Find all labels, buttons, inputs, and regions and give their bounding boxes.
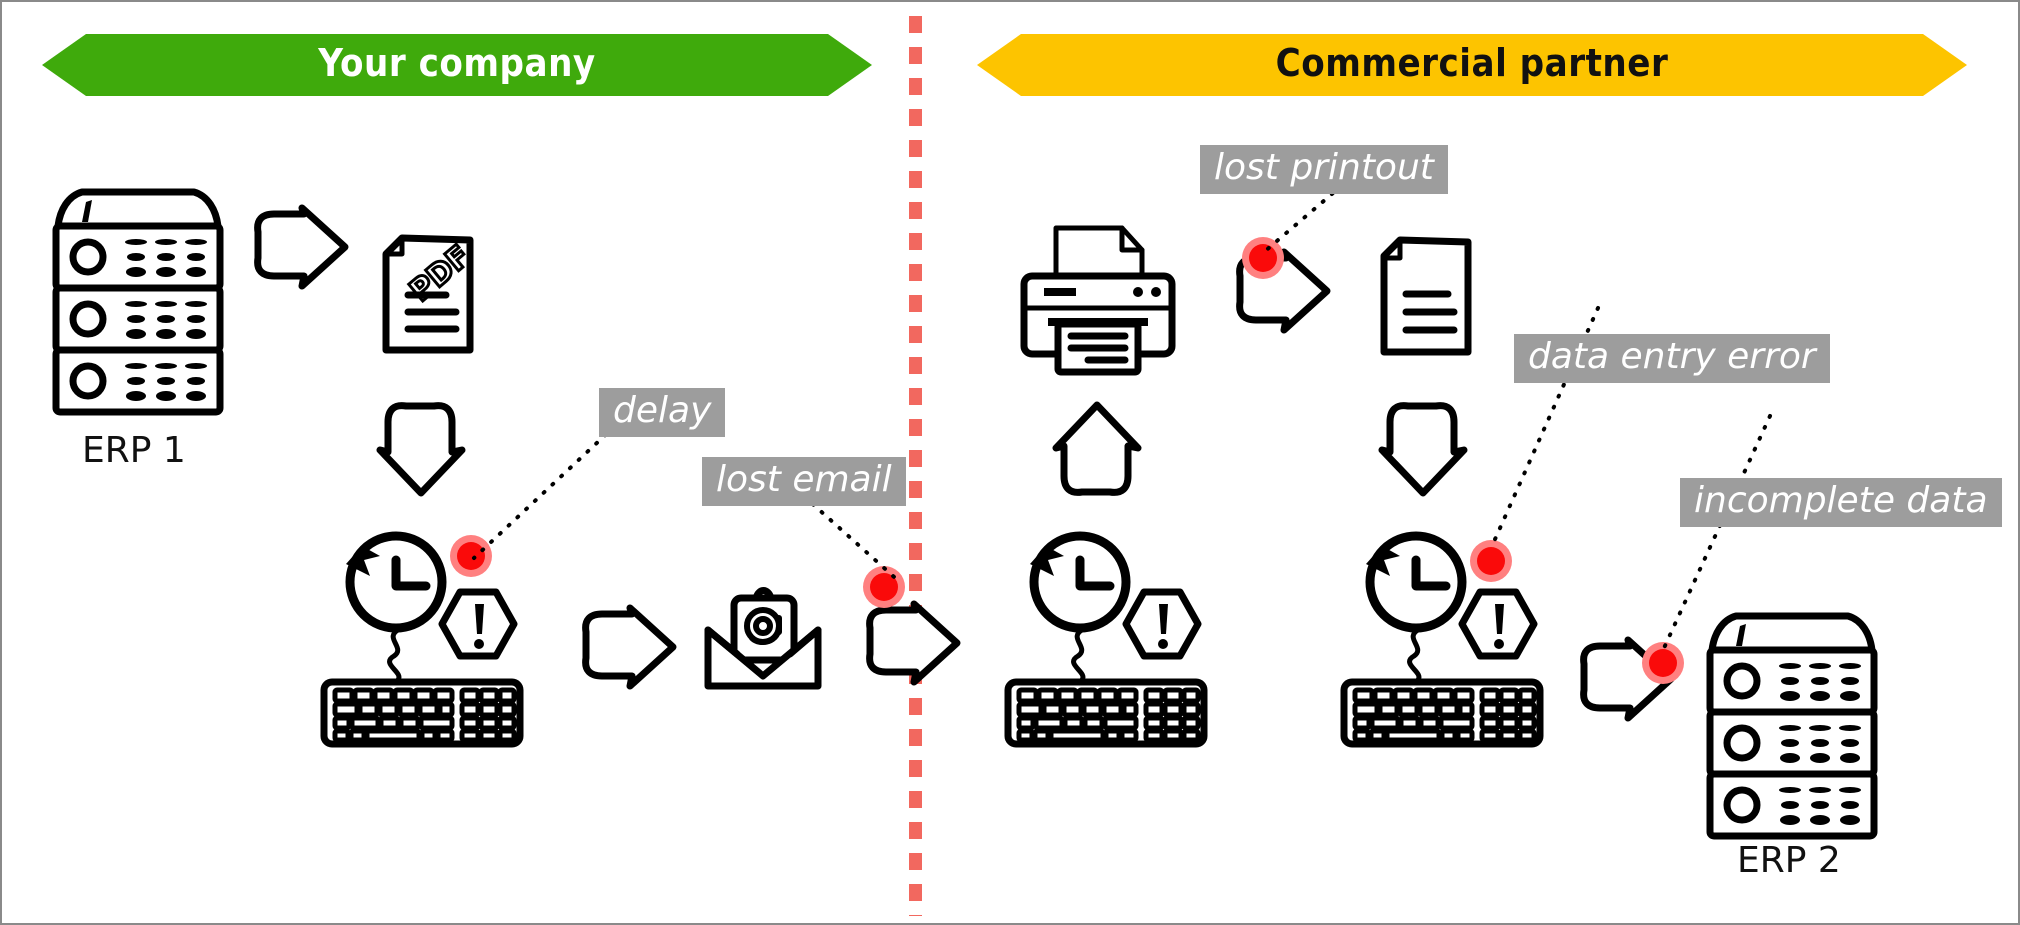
banner-commercial-partner: Commercial partner	[977, 34, 1967, 96]
callout-lost-printout-label: lost printout	[1214, 147, 1434, 188]
arrow-right-icon	[582, 604, 677, 690]
erp-2-caption: ERP 2	[1737, 840, 1841, 881]
defect-dot-data-entry-error	[1470, 540, 1512, 582]
server-icon	[52, 188, 224, 416]
callout-delay-label: delay	[613, 390, 712, 431]
clock-keyboard-warning-icon	[1340, 531, 1544, 748]
defect-dot-lost-email	[863, 566, 905, 608]
callout-data-entry-error-label: data entry error	[1528, 336, 1816, 377]
arrow-up-icon	[1052, 401, 1142, 496]
callout-incomplete-data: incomplete data	[1680, 478, 2002, 527]
callout-lost-email-label: lost email	[716, 459, 892, 500]
arrow-down-icon	[376, 402, 466, 497]
lane-divider	[909, 16, 922, 916]
email-at-icon	[704, 587, 822, 690]
banner-your-company: Your company	[42, 34, 872, 96]
banner-commercial-partner-label: Commercial partner	[1275, 41, 1669, 85]
server-icon	[1706, 612, 1878, 840]
pdf-document-icon: PDF	[382, 234, 479, 354]
callout-lost-printout: lost printout	[1200, 145, 1448, 194]
banner-your-company-label: Your company	[318, 41, 596, 85]
defect-dot-delay	[450, 535, 492, 577]
defect-dot-incomplete-data	[1642, 642, 1684, 684]
arrow-right-icon	[254, 204, 349, 290]
printer-icon	[1020, 225, 1176, 376]
callout-lost-email: lost email	[702, 457, 906, 506]
diagram-canvas: Your company Commercial partner ERP 1 PD…	[0, 0, 2020, 925]
arrow-down-icon	[1378, 402, 1468, 497]
callout-delay: delay	[599, 388, 726, 437]
erp-1-caption: ERP 1	[82, 430, 186, 471]
clock-keyboard-warning-icon	[320, 531, 524, 748]
defect-dot-lost-printout	[1242, 237, 1284, 279]
clock-keyboard-warning-icon	[1004, 531, 1208, 748]
arrow-right-icon	[866, 600, 961, 686]
callout-data-entry-error: data entry error	[1514, 334, 1830, 383]
callout-incomplete-data-label: incomplete data	[1694, 480, 1988, 521]
document-icon	[1380, 236, 1472, 356]
